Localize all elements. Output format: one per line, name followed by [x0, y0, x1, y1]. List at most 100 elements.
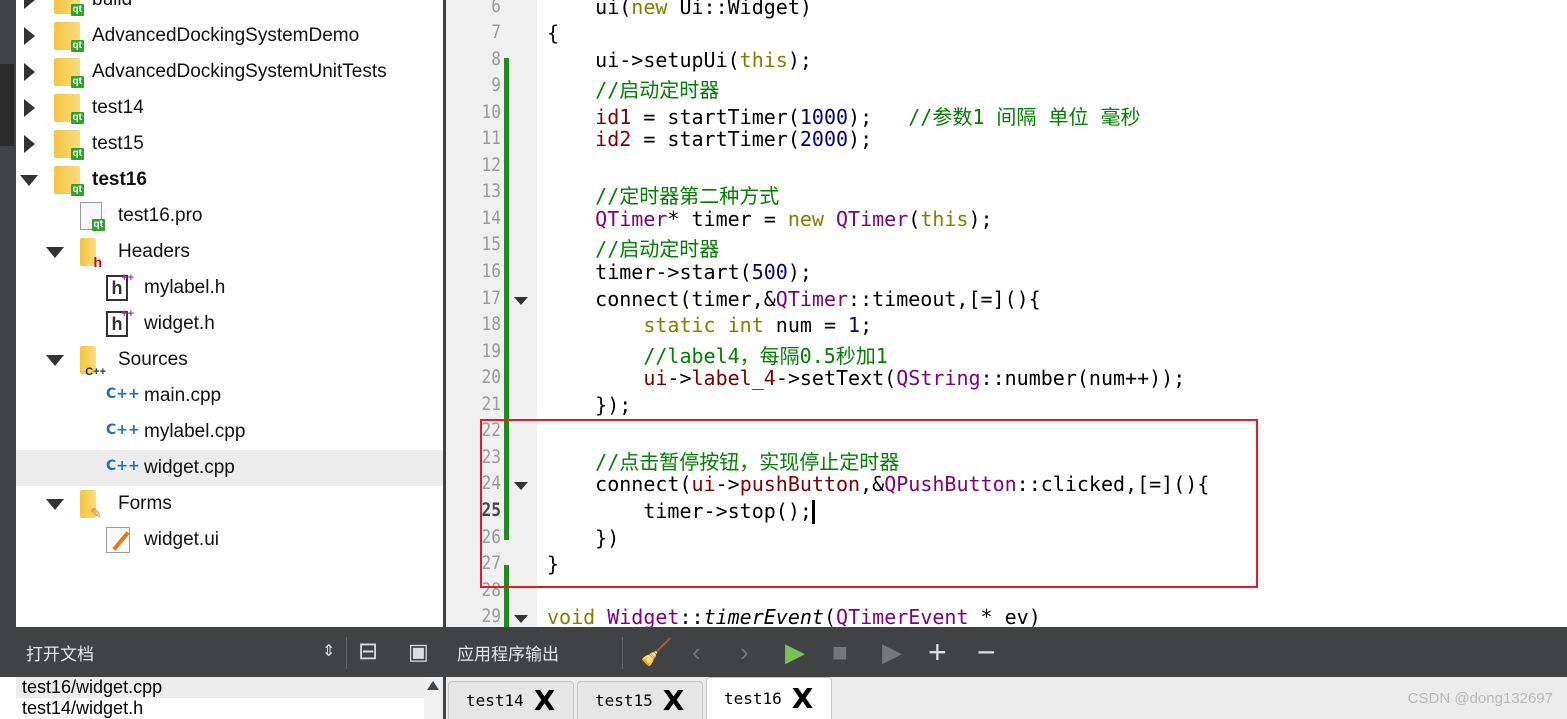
line-number: 13 [481, 180, 501, 203]
output-tab-test14[interactable]: test14 X [448, 681, 574, 719]
code-line[interactable]: }); [547, 393, 631, 417]
collapse-arrow-icon[interactable] [20, 175, 38, 186]
watermark: CSDN @dong132697 [1407, 690, 1553, 707]
code-line[interactable]: //启动定时器 [547, 74, 719, 103]
code-line[interactable]: connect(timer,&QTimer::timeout,[=](){ [547, 287, 1041, 311]
code-line[interactable]: timer->start(500); [547, 260, 812, 284]
tree-item[interactable]: ✎ Forms [16, 486, 443, 522]
collapse-arrow-icon[interactable] [46, 355, 64, 366]
open-document-item[interactable]: test14/widget.h [16, 698, 443, 719]
tree-item-label: test16.pro [118, 205, 203, 226]
tree-item[interactable]: qt test16.pro [16, 198, 443, 234]
split-add-icon[interactable]: ⊟ [358, 627, 378, 677]
code-line[interactable]: //启动定时器 [547, 233, 719, 262]
close-tab-icon[interactable]: X [534, 684, 556, 717]
code-token: QTimerEvent [836, 605, 969, 630]
code-line[interactable]: id2 = startTimer(2000); [547, 127, 872, 151]
code-line[interactable]: //定时器第二种方式 [547, 180, 779, 209]
sort-updown-icon[interactable]: ⇕ [322, 627, 335, 677]
tree-item[interactable]: C++ main.cpp [16, 378, 443, 414]
collapse-arrow-icon[interactable] [46, 499, 64, 510]
tree-item[interactable]: qt AdvancedDockingSystemDemo [16, 18, 443, 54]
tree-item[interactable]: qt test15 [16, 126, 443, 162]
tree-item[interactable]: qt AdvancedDockingSystemUnitTests [16, 54, 443, 90]
tree-item[interactable]: h ++ mylabel.h [16, 270, 443, 306]
code-line[interactable]: { [547, 21, 559, 45]
zoom-in-icon[interactable]: + [928, 627, 947, 677]
line-number: 14 [481, 206, 501, 229]
close-tab-icon[interactable]: X [792, 682, 814, 715]
next-icon[interactable]: › [740, 627, 749, 677]
previous-icon[interactable]: ‹ [692, 627, 701, 677]
expand-arrow-icon[interactable] [24, 135, 35, 153]
zoom-out-icon[interactable]: − [977, 627, 996, 677]
run-icon[interactable]: ▶ [785, 627, 805, 677]
tree-item[interactable]: widget.ui [16, 522, 443, 558]
expand-arrow-icon[interactable] [24, 27, 35, 45]
code-line[interactable]: //label4，每隔0.5秒加1 [547, 340, 888, 369]
headers-folder-icon: h [80, 238, 102, 270]
code-line[interactable]: ui->label_4->setText(QString::number(num… [547, 366, 1185, 390]
project-tree[interactable]: qtbuildqtAdvancedDockingSystemDemoqtAdva… [16, 0, 443, 627]
code-token: QTimer [836, 206, 909, 231]
stop-icon[interactable]: ■ [832, 627, 848, 677]
expand-arrow-icon[interactable] [24, 63, 35, 81]
qt-project-folder-icon: qt [54, 58, 84, 88]
bottom-toolbar: 打开文档 ⇕ ⊟ ▣ 应用程序输出 🧹 ‹ › ▶ ■ ▶ + − [0, 627, 1567, 677]
tree-item[interactable]: C++ mylabel.cpp [16, 414, 443, 450]
tree-item[interactable]: C++ widget.cpp [16, 450, 443, 486]
code-token: * timer = [667, 206, 788, 231]
code-token: { [547, 21, 560, 46]
tree-item[interactable]: h ++ widget.h [16, 306, 443, 342]
code-line[interactable]: id1 = startTimer(1000); //参数1 间隔 单位 毫秒 [547, 101, 1140, 130]
code-line[interactable]: ui(new Ui::Widget) [547, 0, 812, 19]
expand-arrow-icon[interactable] [24, 99, 35, 117]
fold-arrow-icon[interactable] [514, 296, 528, 305]
tree-item-label: AdvancedDockingSystemDemo [92, 25, 360, 46]
tree-item[interactable]: qtbuild [16, 0, 443, 18]
qt-project-folder-icon: qt [54, 0, 84, 16]
code-line[interactable]: void Widget::timerEvent(QTimerEvent * ev… [547, 605, 1041, 629]
qt-project-folder-icon: qt [54, 94, 84, 124]
collapse-arrow-icon[interactable] [46, 247, 64, 258]
tree-item[interactable]: h Headers [16, 234, 443, 270]
code-token: ->setText( [775, 366, 897, 391]
tree-item-label: widget.ui [144, 529, 219, 550]
code-token: id2 [595, 127, 632, 152]
code-token: ui( [547, 0, 632, 19]
tree-item[interactable]: qt test14 [16, 90, 443, 126]
code-line[interactable]: ui->setupUi(this); [547, 48, 812, 72]
open-documents-list[interactable]: test16/widget.cpp test14/widget.h [16, 677, 443, 719]
output-tab-test16[interactable]: test16 X [706, 677, 832, 719]
open-document-item[interactable]: test16/widget.cpp [16, 677, 443, 698]
close-panel-icon[interactable]: ▣ [408, 627, 429, 677]
line-number: 12 [481, 153, 501, 176]
scrollbar[interactable] [424, 677, 443, 719]
output-tab-test15[interactable]: test15 X [577, 681, 703, 719]
line-number: 15 [481, 233, 501, 256]
code-token: num = [763, 313, 849, 338]
clear-broom-icon[interactable]: 🧹 [640, 627, 672, 677]
line-number: 20 [481, 366, 501, 389]
tree-item-label: Sources [118, 349, 188, 370]
code-token: //启动定时器 [547, 237, 720, 262]
qt-project-folder-icon: qt [54, 22, 84, 52]
expand-arrow-icon[interactable] [24, 0, 35, 9]
code-token: 1000 [799, 104, 849, 129]
tree-item[interactable]: C++ Sources [16, 342, 443, 378]
tree-item-label: mylabel.cpp [144, 421, 246, 442]
code-token: void [547, 605, 596, 630]
code-line[interactable]: static int num = 1; [547, 313, 872, 337]
code-token: Ui::Widget) [667, 0, 812, 19]
tree-item[interactable]: qt test16 [16, 162, 443, 198]
code-token: -> [667, 366, 692, 391]
attach-debug-icon[interactable]: ▶ [882, 627, 902, 677]
close-tab-icon[interactable]: X [663, 684, 685, 717]
code-token: new [631, 0, 668, 19]
fold-arrow-icon[interactable] [514, 615, 528, 624]
code-token: Widget [607, 605, 680, 630]
code-line[interactable]: QTimer* timer = new QTimer(this); [547, 206, 992, 231]
